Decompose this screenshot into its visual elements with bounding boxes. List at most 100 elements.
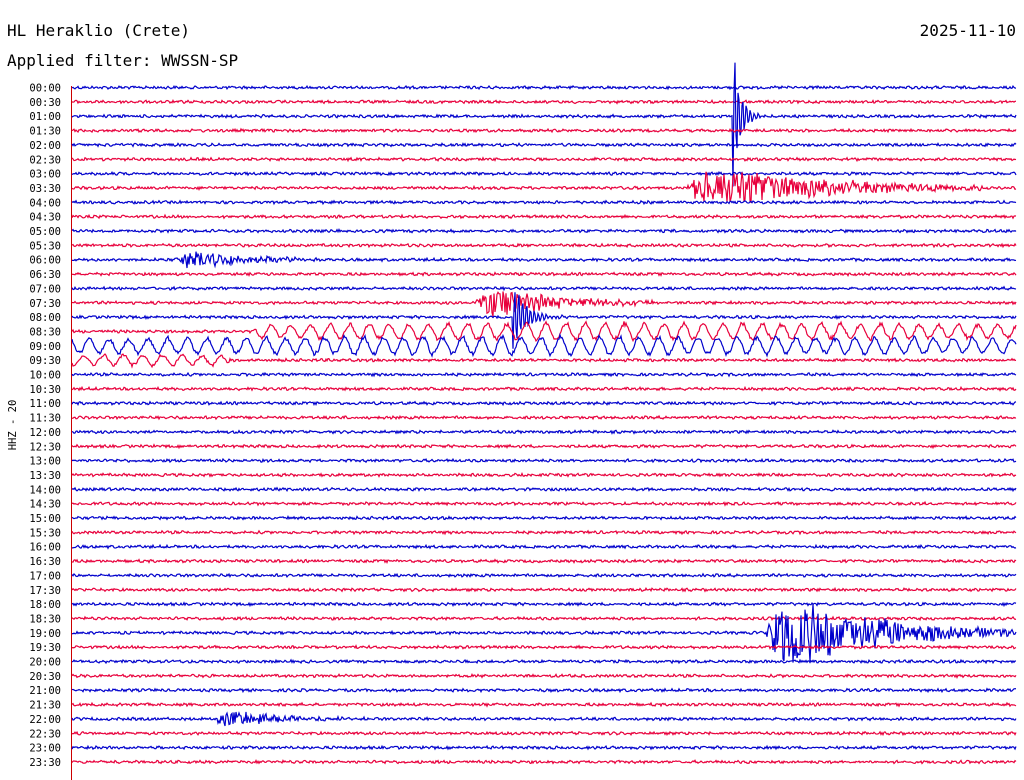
trace-row-2030	[71, 673, 1017, 679]
trace-row-0200	[71, 142, 1017, 148]
trace-row-2000	[71, 658, 1017, 665]
time-tick-label: 17:30	[29, 585, 61, 597]
time-tick-label: 19:00	[29, 628, 61, 640]
trace-row-1430	[71, 500, 1017, 507]
time-tick-label: 01:00	[29, 111, 61, 123]
trace-row-2300	[71, 744, 1017, 751]
time-tick-label: 10:00	[29, 370, 61, 382]
time-tick-label: 09:00	[29, 341, 61, 353]
time-tick-label: 20:00	[29, 657, 61, 669]
seismogram-traces	[71, 62, 1017, 765]
trace-row-1400	[71, 486, 1017, 493]
time-tick-label: 09:30	[29, 355, 61, 367]
trace-row-0500	[71, 227, 1017, 234]
trace-row-0530	[71, 242, 1017, 249]
time-tick-label: 16:00	[29, 542, 61, 554]
trace-row-1200	[71, 429, 1017, 435]
trace-row-1100	[71, 400, 1017, 407]
trace-row-2100	[71, 687, 1017, 694]
time-tick-label: 03:00	[29, 169, 61, 181]
trace-row-1030	[71, 385, 1017, 392]
trace-row-0430	[71, 213, 1017, 220]
time-tick-label: 23:30	[29, 757, 61, 769]
trace-row-1630	[71, 558, 1017, 565]
trace-row-1300	[71, 457, 1017, 464]
trace-row-0300	[71, 170, 1017, 177]
time-tick-label: 18:00	[29, 599, 61, 611]
trace-row-1800	[71, 601, 1017, 608]
time-tick-label: 04:00	[29, 197, 61, 209]
time-tick-label: 22:30	[29, 728, 61, 740]
trace-row-0130	[71, 127, 1017, 134]
time-tick-label: 12:30	[29, 441, 61, 453]
trace-row-2330	[71, 758, 1017, 765]
trace-row-1000	[71, 371, 1017, 378]
trace-row-1530	[71, 529, 1017, 536]
time-tick-label: 03:30	[29, 183, 61, 195]
trace-row-0930	[71, 353, 1017, 369]
time-tick-label: 17:00	[29, 570, 61, 582]
time-tick-label: 05:00	[29, 226, 61, 238]
trace-row-1330	[71, 471, 1017, 478]
trace-row-0230	[71, 156, 1017, 163]
time-tick-label: 14:00	[29, 484, 61, 496]
time-tick-label: 18:30	[29, 613, 61, 625]
time-tick-label: 08:00	[29, 312, 61, 324]
time-tick-label: 20:30	[29, 671, 61, 683]
trace-row-0730	[71, 291, 1017, 317]
time-tick-label: 04:30	[29, 212, 61, 224]
time-tick-label: 08:30	[29, 326, 61, 338]
time-tick-label: 05:30	[29, 240, 61, 252]
trace-row-0030	[71, 98, 1017, 105]
time-tick-label: 11:00	[29, 398, 61, 410]
time-tick-label: 22:00	[29, 714, 61, 726]
trace-row-0830	[71, 320, 1017, 343]
time-tick-label: 15:30	[29, 527, 61, 539]
trace-row-2230	[71, 730, 1017, 737]
time-tick-label: 13:30	[29, 470, 61, 482]
trace-row-2200	[71, 711, 1017, 727]
trace-row-0900	[71, 332, 1017, 358]
trace-row-0100	[71, 62, 1017, 187]
time-tick-label: 19:30	[29, 642, 61, 654]
station-title: HL Heraklio (Crete)	[7, 21, 190, 40]
filter-label: Applied filter: WWSSN-SP	[7, 51, 238, 70]
trace-row-1500	[71, 515, 1017, 521]
time-tick-label: 06:30	[29, 269, 61, 281]
trace-row-0000	[71, 84, 1017, 91]
time-tick-label: 02:30	[29, 154, 61, 166]
time-tick-label: 00:00	[29, 83, 61, 95]
time-tick-label: 14:30	[29, 499, 61, 511]
time-tick-label: 10:30	[29, 384, 61, 396]
time-tick-label: 12:00	[29, 427, 61, 439]
channel-label: HHZ - 20	[7, 400, 19, 451]
time-tick-label: 01:30	[29, 126, 61, 138]
trace-row-0400	[71, 199, 1017, 206]
time-tick-label: 13:00	[29, 456, 61, 468]
time-tick-labels: 00:00 00:30 01:00 01:30 02:00 02:30 03:00 03:30…	[29, 83, 61, 769]
time-tick-label: 15:00	[29, 513, 61, 525]
trace-row-1730	[71, 586, 1017, 593]
trace-row-1700	[71, 572, 1017, 579]
time-tick-label: 06:00	[29, 255, 61, 267]
trace-row-0600	[71, 251, 1017, 269]
trace-row-0700	[71, 285, 1017, 292]
trace-row-1830	[71, 615, 1017, 622]
time-tick-label: 21:00	[29, 685, 61, 697]
time-tick-label: 21:30	[29, 700, 61, 712]
time-tick-label: 11:30	[29, 413, 61, 425]
time-tick-label: 02:00	[29, 140, 61, 152]
trace-row-2130	[71, 701, 1017, 708]
trace-row-1600	[71, 543, 1017, 550]
time-tick-label: 16:30	[29, 556, 61, 568]
trace-row-0330	[71, 171, 1017, 204]
trace-row-0630	[71, 271, 1017, 278]
helicorder-chart: HL Heraklio (Crete) 2025-11-10 Applied f…	[7, 21, 1017, 780]
trace-row-1900	[71, 604, 1017, 663]
trace-row-1130	[71, 414, 1017, 421]
time-tick-label: 00:30	[29, 97, 61, 109]
time-tick-label: 23:00	[29, 743, 61, 755]
date-label: 2025-11-10	[920, 21, 1016, 40]
time-tick-label: 07:00	[29, 283, 61, 295]
trace-row-1230	[71, 443, 1017, 450]
